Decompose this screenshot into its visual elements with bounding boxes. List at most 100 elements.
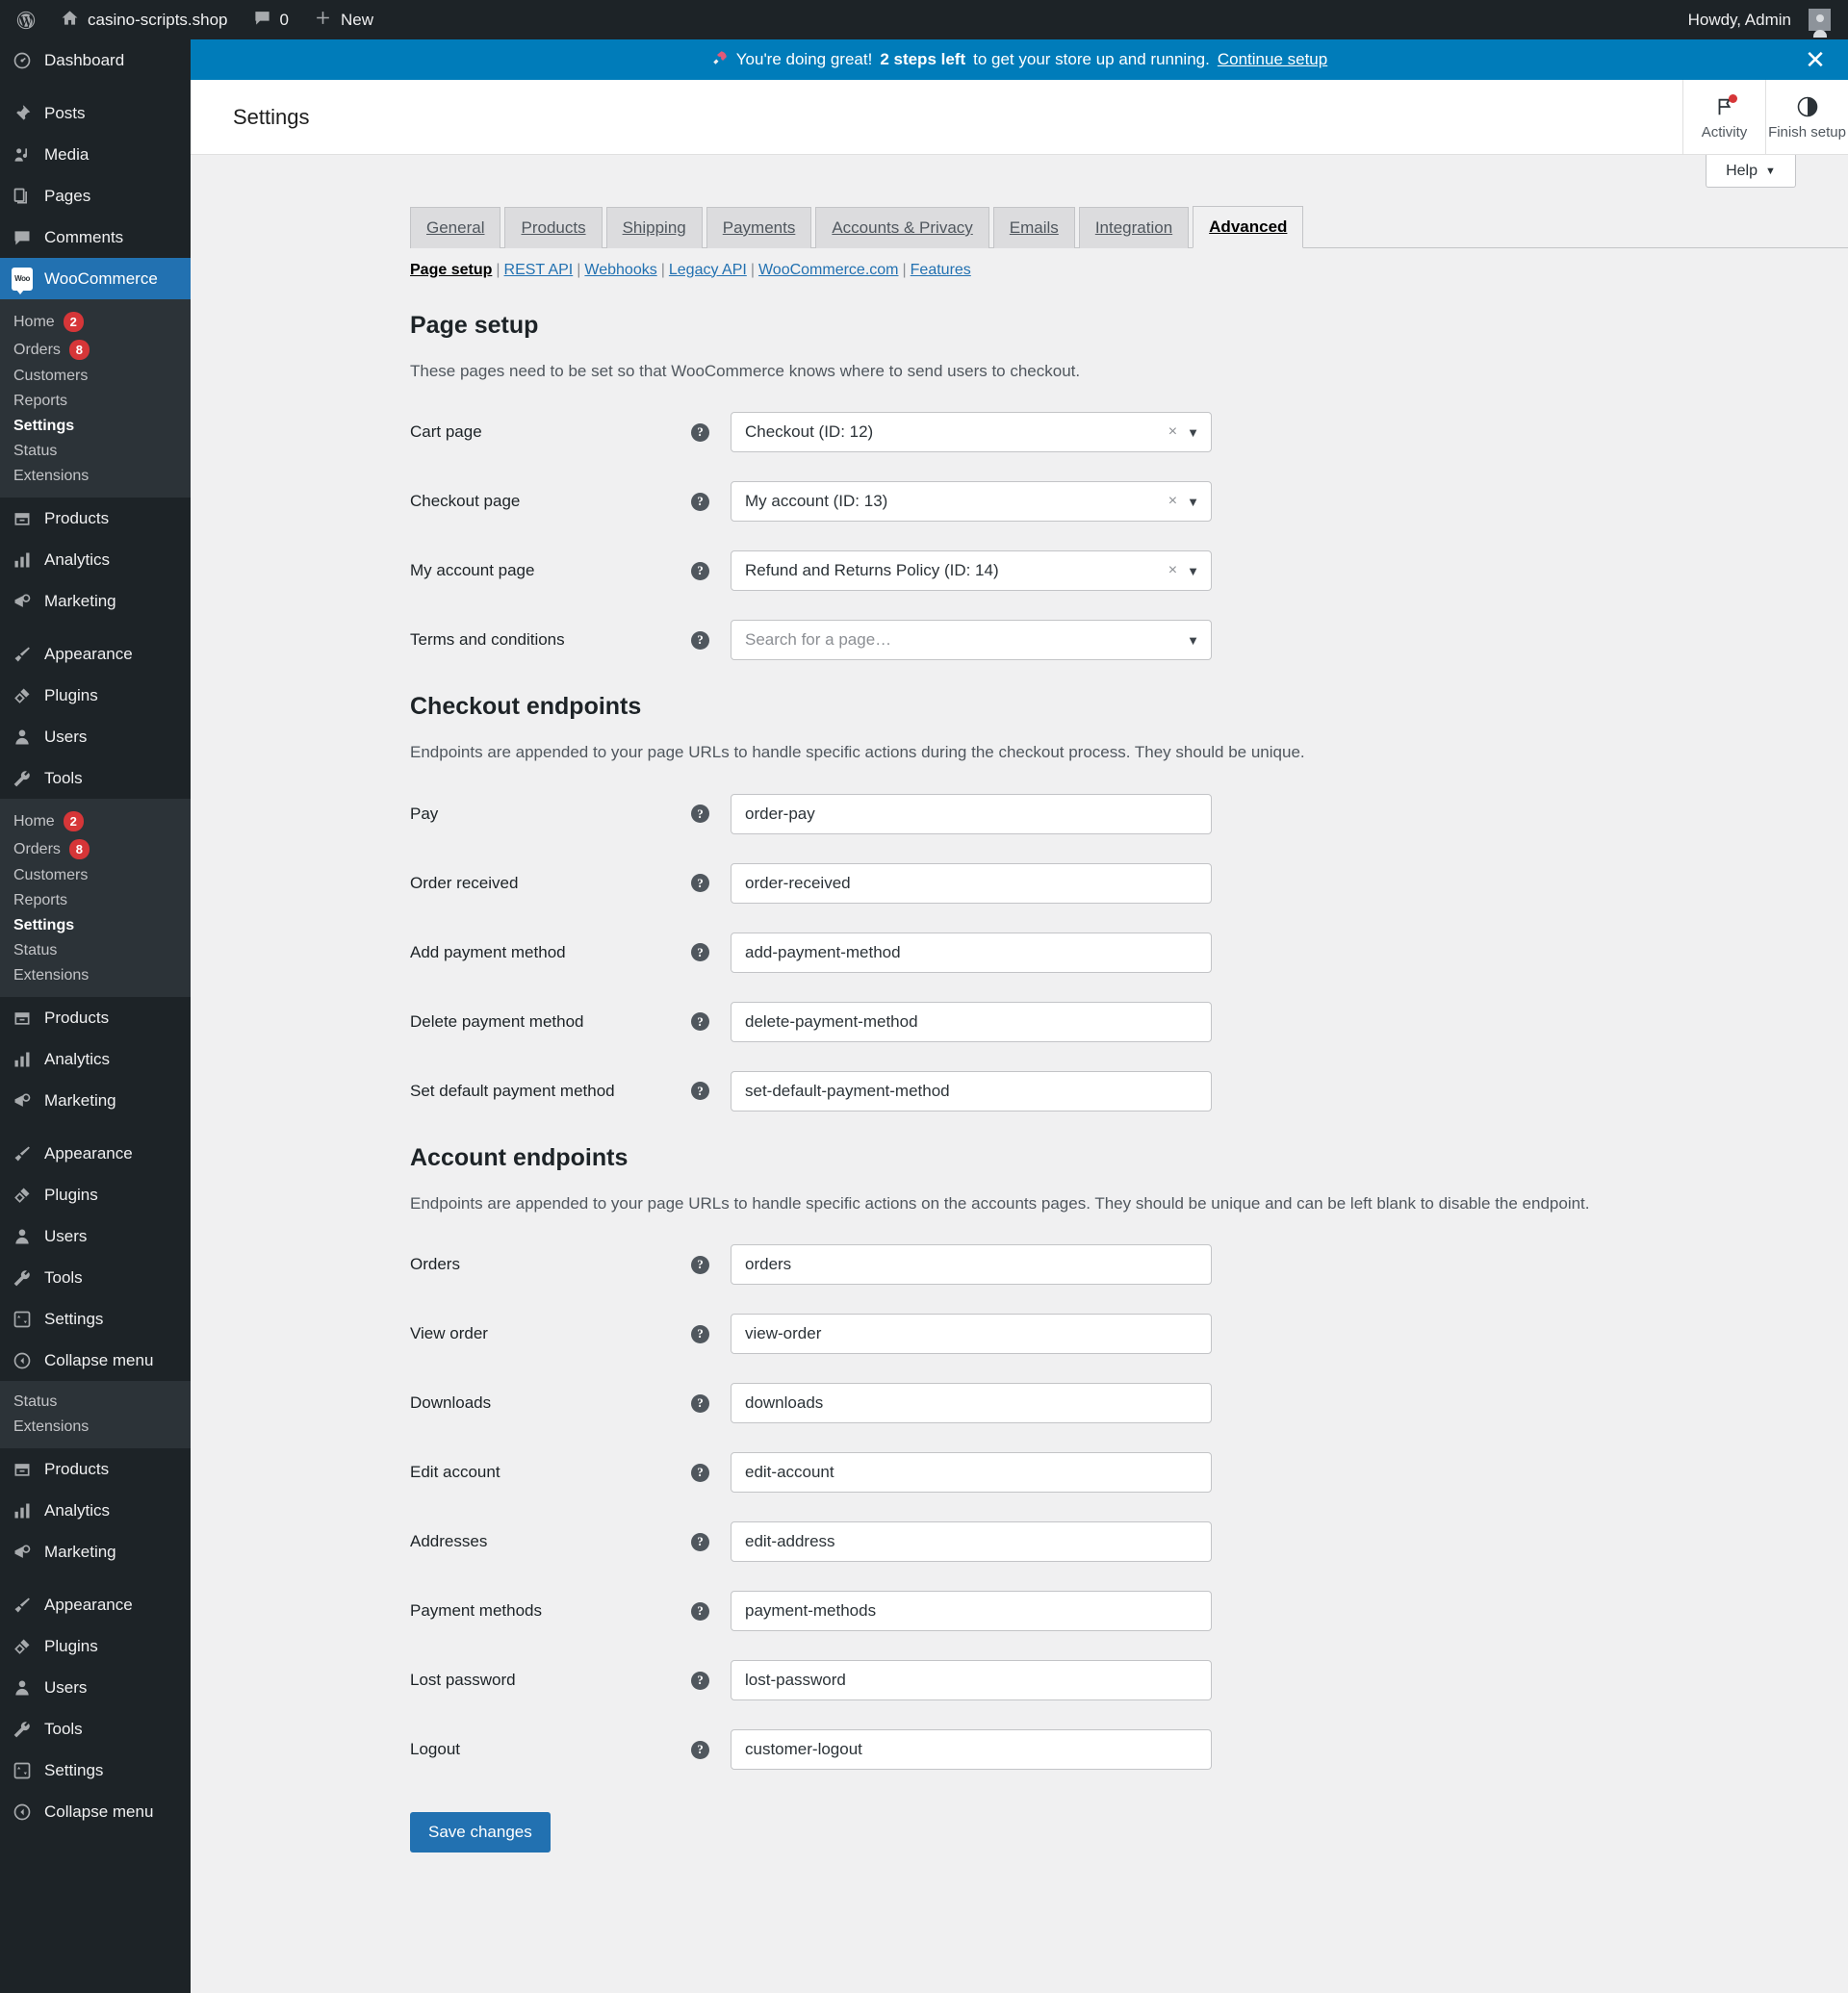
sidebar-item-woocommerce[interactable]: Woo WooCommerce xyxy=(0,258,198,299)
submenu-item-extensions[interactable]: Extensions xyxy=(0,963,191,988)
sidebar-item-appearance[interactable]: Appearance xyxy=(0,633,191,675)
sidebar-item-dashboard[interactable]: Dashboard xyxy=(0,39,191,81)
help-tip-icon[interactable]: ? xyxy=(691,1463,709,1482)
help-tip-icon[interactable]: ? xyxy=(691,1324,709,1343)
submenu-item-settings[interactable]: Settings xyxy=(0,913,191,938)
input-delete-payment-method[interactable] xyxy=(731,1001,1212,1042)
help-tip-icon[interactable]: ? xyxy=(691,874,709,892)
sidebar-item-appearance[interactable]: Appearance xyxy=(0,1584,191,1625)
help-tip-icon[interactable]: ? xyxy=(691,492,709,511)
submenu-item-reports[interactable]: Reports xyxy=(0,888,191,913)
subnav-page-setup[interactable]: Page setup xyxy=(410,262,492,278)
sidebar-item-settings[interactable]: Settings xyxy=(0,1750,191,1791)
comments-button[interactable]: 0 xyxy=(241,0,301,39)
submenu-item-orders[interactable]: Orders 8 xyxy=(0,336,191,364)
input-lost-password[interactable] xyxy=(731,1660,1212,1700)
select-terms-and-conditions[interactable]: Search for a page… ▼ xyxy=(731,620,1212,660)
new-content-button[interactable]: New xyxy=(301,0,386,39)
subnav-legacy-api[interactable]: Legacy API xyxy=(669,262,747,278)
sidebar-item-products[interactable]: Products xyxy=(0,1448,191,1490)
clear-icon[interactable]: × xyxy=(1168,562,1177,579)
help-tip-icon[interactable]: ? xyxy=(691,630,709,650)
tab-payments[interactable]: Payments xyxy=(706,207,812,248)
sidebar-item-collapse-menu[interactable]: Collapse menu xyxy=(0,1340,191,1381)
sidebar-item-marketing[interactable]: Marketing xyxy=(0,1080,191,1121)
input-set-default-payment-method[interactable] xyxy=(731,1070,1212,1111)
input-payment-methods[interactable] xyxy=(731,1591,1212,1631)
sidebar-item-analytics[interactable]: Analytics xyxy=(0,1038,191,1080)
submenu-item-orders[interactable]: Orders 8 xyxy=(0,835,191,863)
wordpress-logo-button[interactable] xyxy=(0,0,48,39)
close-icon[interactable]: ✕ xyxy=(1804,47,1827,72)
submenu-item-status[interactable]: Status xyxy=(0,938,191,963)
submenu-item-customers[interactable]: Customers xyxy=(0,863,191,888)
input-edit-account[interactable] xyxy=(731,1452,1212,1493)
sidebar-item-users[interactable]: Users xyxy=(0,1215,191,1257)
sidebar-item-appearance[interactable]: Appearance xyxy=(0,1133,191,1174)
help-tip-icon[interactable]: ? xyxy=(691,1393,709,1413)
tab-emails[interactable]: Emails xyxy=(992,207,1075,248)
input-order-received[interactable] xyxy=(731,862,1212,904)
subnav-webhooks[interactable]: Webhooks xyxy=(584,262,656,278)
help-tip-icon[interactable]: ? xyxy=(691,1255,709,1274)
help-tip-icon[interactable]: ? xyxy=(691,1601,709,1621)
input-orders[interactable] xyxy=(731,1244,1212,1285)
input-addresses[interactable] xyxy=(731,1521,1212,1562)
clear-icon[interactable]: × xyxy=(1168,423,1177,441)
help-tip-icon[interactable]: ? xyxy=(691,422,709,442)
submenu-item-status[interactable]: Status xyxy=(0,439,191,464)
input-logout[interactable] xyxy=(731,1729,1212,1770)
finish-setup-button[interactable]: Finish setup xyxy=(1765,80,1848,155)
activity-button[interactable]: Activity xyxy=(1682,80,1765,155)
sidebar-item-plugins[interactable]: Plugins xyxy=(0,1174,191,1215)
submenu-item-home[interactable]: Home 2 xyxy=(0,807,191,835)
sidebar-item-tools[interactable]: Tools xyxy=(0,1708,191,1750)
tab-advanced[interactable]: Advanced xyxy=(1193,206,1304,248)
help-tip-icon[interactable]: ? xyxy=(691,1082,709,1100)
subnav-features[interactable]: Features xyxy=(911,262,971,278)
sidebar-item-settings[interactable]: Settings xyxy=(0,1298,191,1340)
help-tip-icon[interactable]: ? xyxy=(691,561,709,580)
sidebar-item-analytics[interactable]: Analytics xyxy=(0,539,191,580)
input-downloads[interactable] xyxy=(731,1383,1212,1423)
sidebar-item-tools[interactable]: Tools xyxy=(0,757,191,799)
sidebar-item-tools[interactable]: Tools xyxy=(0,1257,191,1298)
input-view-order[interactable] xyxy=(731,1314,1212,1354)
input-add-payment-method[interactable] xyxy=(731,932,1212,973)
sidebar-item-users[interactable]: Users xyxy=(0,716,191,757)
tab-integration[interactable]: Integration xyxy=(1078,207,1190,248)
sidebar-item-marketing[interactable]: Marketing xyxy=(0,580,191,622)
help-button[interactable]: Help ▼ xyxy=(1706,155,1796,188)
help-tip-icon[interactable]: ? xyxy=(691,1671,709,1690)
help-tip-icon[interactable]: ? xyxy=(691,805,709,823)
sidebar-item-media[interactable]: Media xyxy=(0,134,191,175)
sidebar-item-marketing[interactable]: Marketing xyxy=(0,1531,191,1572)
tab-general[interactable]: General xyxy=(410,207,501,248)
help-tip-icon[interactable]: ? xyxy=(691,943,709,961)
sidebar-item-comments[interactable]: Comments xyxy=(0,217,191,258)
tab-accounts-privacy[interactable]: Accounts & Privacy xyxy=(815,207,989,248)
help-tip-icon[interactable]: ? xyxy=(691,1532,709,1551)
input-pay[interactable] xyxy=(731,793,1212,834)
help-tip-icon[interactable]: ? xyxy=(691,1012,709,1031)
submenu-item-settings[interactable]: Settings xyxy=(0,414,191,439)
subnav-woocommerce-com[interactable]: WooCommerce.com xyxy=(758,262,899,278)
submenu-item-customers[interactable]: Customers xyxy=(0,364,191,389)
sidebar-item-analytics[interactable]: Analytics xyxy=(0,1490,191,1531)
select-my-account-page[interactable]: Refund and Returns Policy (ID: 14) × ▼ xyxy=(731,550,1212,591)
submenu-item-extensions[interactable]: Extensions xyxy=(0,1415,191,1440)
select-cart-page[interactable]: Checkout (ID: 12) × ▼ xyxy=(731,412,1212,452)
help-tip-icon[interactable]: ? xyxy=(691,1740,709,1759)
sidebar-item-collapse-menu[interactable]: Collapse menu xyxy=(0,1791,191,1832)
submenu-item-extensions[interactable]: Extensions xyxy=(0,464,191,489)
sidebar-item-posts[interactable]: Posts xyxy=(0,92,191,134)
sidebar-item-plugins[interactable]: Plugins xyxy=(0,675,191,716)
submenu-item-home[interactable]: Home 2 xyxy=(0,308,191,336)
select-checkout-page[interactable]: My account (ID: 13) × ▼ xyxy=(731,481,1212,522)
tab-shipping[interactable]: Shipping xyxy=(605,207,703,248)
site-name-button[interactable]: casino-scripts.shop xyxy=(48,0,241,39)
sidebar-item-products[interactable]: Products xyxy=(0,498,191,539)
sidebar-item-users[interactable]: Users xyxy=(0,1667,191,1708)
clear-icon[interactable]: × xyxy=(1168,493,1177,510)
subnav-rest-api[interactable]: REST API xyxy=(504,262,574,278)
